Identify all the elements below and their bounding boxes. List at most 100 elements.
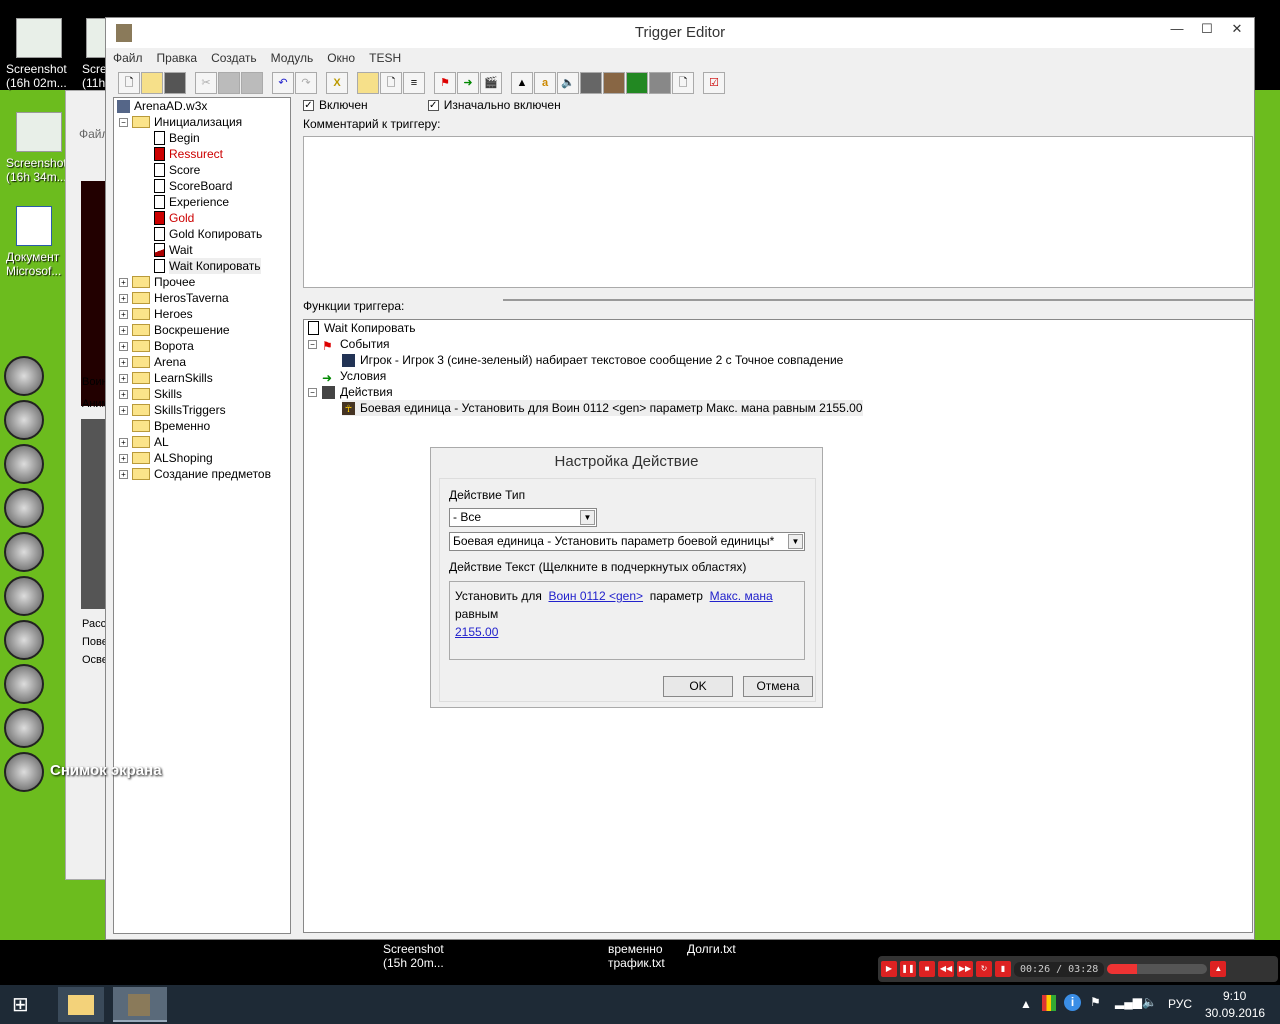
eject-icon[interactable]: ▲ xyxy=(1210,961,1227,977)
tree-folder[interactable]: + Arena xyxy=(119,354,186,370)
dock-chrome-icon[interactable] xyxy=(4,708,44,748)
object-editor-icon[interactable]: a xyxy=(534,72,556,94)
destructable-editor-icon[interactable] xyxy=(649,72,671,94)
minimize-button[interactable]: — xyxy=(1162,18,1192,42)
chart-tray-icon[interactable] xyxy=(1042,995,1056,1011)
new-category-icon[interactable] xyxy=(357,72,379,94)
tree-trigger[interactable]: Gold Копировать xyxy=(154,226,262,242)
rewind-icon[interactable]: ◀◀ xyxy=(938,961,954,977)
tree-root[interactable]: ArenaAD.w3x xyxy=(117,98,207,114)
repeat-icon[interactable]: ↻ xyxy=(976,961,992,977)
cut-icon[interactable]: ✂ xyxy=(195,72,217,94)
title-bar[interactable]: Trigger Editor — ☐ ✕ xyxy=(106,18,1254,48)
volume-slider[interactable] xyxy=(1107,964,1208,974)
info-icon[interactable]: i xyxy=(1064,994,1081,1011)
expand-icon[interactable]: + xyxy=(119,405,128,415)
collapse-icon[interactable]: − xyxy=(308,339,317,349)
taskbar-explorer[interactable] xyxy=(58,987,104,1022)
property-param-link[interactable]: Макс. мана xyxy=(710,589,773,603)
maximize-button[interactable]: ☐ xyxy=(1192,18,1222,42)
open-icon[interactable] xyxy=(141,72,163,94)
show-hidden-icons[interactable]: ▲ xyxy=(1020,997,1032,1011)
tree-folder[interactable]: + LearnSkills xyxy=(119,370,213,386)
expand-icon[interactable]: + xyxy=(119,341,128,351)
function-events-node[interactable]: − ⚑ События xyxy=(308,336,390,353)
menu-window[interactable]: Окно xyxy=(320,48,362,70)
delete-icon[interactable]: X xyxy=(326,72,348,94)
new-trigger-icon[interactable]: 🗋 xyxy=(380,72,402,94)
tree-folder[interactable]: +Временно xyxy=(119,418,210,434)
menu-edit[interactable]: Правка xyxy=(150,48,205,70)
expand-icon[interactable]: + xyxy=(119,293,128,303)
new-comment-icon[interactable]: ≡ xyxy=(403,72,425,94)
stop-icon[interactable]: ■ xyxy=(919,961,935,977)
copy-icon[interactable] xyxy=(218,72,240,94)
menu-module[interactable]: Модуль xyxy=(264,48,321,70)
function-actions-node[interactable]: − Действия xyxy=(308,384,393,400)
redo-icon[interactable]: ↷ xyxy=(295,72,317,94)
desktop-file-screenshot[interactable]: Screenshot (15h 20m... xyxy=(383,942,453,970)
expand-icon[interactable]: + xyxy=(119,469,128,479)
tree-folder[interactable]: + Skills xyxy=(119,386,182,402)
new-icon[interactable]: 🗋 xyxy=(118,72,140,94)
function-event[interactable]: Игрок - Игрок 3 (сине-зеленый) набирает … xyxy=(342,352,843,368)
ability-editor-icon[interactable] xyxy=(626,72,648,94)
unit-param-link[interactable]: Воин 0112 <gen> xyxy=(549,589,644,603)
comment-textarea[interactable] xyxy=(303,136,1253,288)
desktop-file-debts[interactable]: Долги.txt xyxy=(687,942,736,956)
chevron-down-icon[interactable]: ▼ xyxy=(580,510,595,525)
start-button[interactable]: ⊞ xyxy=(12,993,38,1017)
new-event-icon[interactable]: ⚑ xyxy=(434,72,456,94)
desktop-icon-screenshot-1[interactable]: Screenshot (16h 02m... xyxy=(6,18,86,90)
tree-folder[interactable]: + Прочее xyxy=(119,274,195,290)
close-button[interactable]: ✕ xyxy=(1222,18,1252,42)
initially-on-checkbox[interactable]: ✓ Изначально включен xyxy=(427,98,561,112)
expand-icon[interactable]: + xyxy=(119,277,128,287)
tree-folder[interactable]: + ALShoping xyxy=(119,450,213,466)
tree-trigger[interactable]: Wait xyxy=(154,242,193,258)
tree-trigger[interactable]: Begin xyxy=(154,130,200,146)
clock-date[interactable]: 30.09.2016 xyxy=(1205,1006,1265,1020)
dock-camera-icon[interactable] xyxy=(4,752,44,792)
expand-icon[interactable]: + xyxy=(119,453,128,463)
language-indicator[interactable]: РУС xyxy=(1168,997,1192,1011)
tree-folder[interactable]: + SkillsTriggers xyxy=(119,402,226,418)
tree-folder[interactable]: + Ворота xyxy=(119,338,194,354)
enabled-checkbox[interactable]: ✓ Включен xyxy=(303,98,368,112)
dock-folder-icon[interactable] xyxy=(4,400,44,440)
dock-computer-icon[interactable] xyxy=(4,356,44,396)
test-map-icon[interactable]: ☑ xyxy=(703,72,725,94)
collapse-icon[interactable]: − xyxy=(119,117,128,127)
volume-icon[interactable]: 🔈 xyxy=(1142,995,1157,1009)
equalizer-icon[interactable]: ▮ xyxy=(995,961,1011,977)
tree-folder-init[interactable]: − Инициализация xyxy=(119,114,242,130)
desktop-icon-screenshot-2[interactable]: Scre (11h xyxy=(82,18,106,90)
desktop-file-traffic[interactable]: временно трафик.txt xyxy=(608,942,668,970)
tree-folder[interactable]: + Heroes xyxy=(119,306,193,322)
new-action-icon[interactable]: 🎬 xyxy=(480,72,502,94)
tree-folder[interactable]: + Создание предметов xyxy=(119,466,271,482)
item-editor-icon[interactable] xyxy=(603,72,625,94)
network-icon[interactable]: ▂▄▆ xyxy=(1115,995,1142,1009)
tree-trigger[interactable]: Score xyxy=(154,162,200,178)
new-condition-icon[interactable]: ➜ xyxy=(457,72,479,94)
dock-download-icon[interactable] xyxy=(4,664,44,704)
type-select[interactable]: - Все ▼ xyxy=(449,508,597,527)
function-action-selected[interactable]: ☥ Боевая единица - Установить для Воин 01… xyxy=(342,400,863,416)
function-trigger-name[interactable]: Wait Копировать xyxy=(308,320,416,336)
dock-shield-icon[interactable] xyxy=(4,620,44,660)
tree-folder[interactable]: + HerosTaverna xyxy=(119,290,229,306)
unit-editor-icon[interactable] xyxy=(580,72,602,94)
play-icon[interactable]: ▶ xyxy=(881,961,897,977)
dock-folder-icon[interactable] xyxy=(4,444,44,484)
tree-trigger-selected[interactable]: Wait Копировать xyxy=(154,258,261,274)
menu-tesh[interactable]: TESH xyxy=(362,48,408,70)
taskbar-world-editor[interactable] xyxy=(113,987,167,1022)
pause-icon[interactable]: ❚❚ xyxy=(900,961,916,977)
action-center-flag-icon[interactable]: ⚑ xyxy=(1090,995,1101,1009)
save-icon[interactable] xyxy=(164,72,186,94)
expand-icon[interactable]: + xyxy=(119,357,128,367)
tree-trigger[interactable]: Experience xyxy=(154,194,229,210)
menu-create[interactable]: Создать xyxy=(204,48,264,70)
clock-time[interactable]: 9:10 xyxy=(1223,989,1246,1003)
